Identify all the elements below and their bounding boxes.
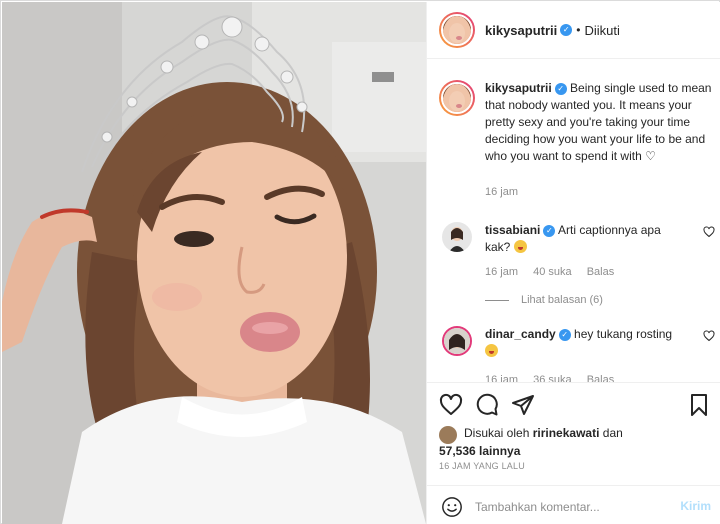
comment-time[interactable]: 16 jam	[485, 374, 518, 382]
comment-text-block: dinar_candy ✓ hey tukang rosting	[485, 326, 685, 360]
header-separator: •	[576, 23, 581, 37]
liker-avatar[interactable]	[439, 426, 457, 444]
comment-username[interactable]: dinar_candy	[485, 327, 556, 341]
verified-badge-icon: ✓	[558, 328, 571, 341]
save-bookmark-icon[interactable]	[687, 393, 711, 417]
like-heart-icon[interactable]	[439, 393, 463, 417]
post-header: kikysaputrii ✓ • Diikuti	[427, 2, 720, 59]
avatar-image	[442, 222, 472, 252]
follow-status-button[interactable]: Diikuti	[584, 23, 619, 38]
add-comment-input[interactable]	[475, 496, 665, 518]
post-actions: Disukai oleh ririnekawati dan 57,536 lai…	[427, 382, 720, 524]
verified-badge-icon: ✓	[543, 224, 556, 237]
view-replies-button[interactable]: Lihat balasan (6)	[485, 294, 603, 306]
comment-like-heart-icon[interactable]	[703, 330, 715, 342]
likes-line-2[interactable]: 57,536 lainnya	[439, 443, 520, 460]
verified-badge-icon: ✓	[560, 24, 573, 36]
liker-username[interactable]: ririnekawati	[533, 426, 600, 440]
caption-text-block: kikysaputrii ✓ Being single used to mean …	[485, 80, 717, 165]
comments-list[interactable]: kikysaputrii ✓ Being single used to mean …	[427, 60, 720, 382]
photo-illustration	[2, 2, 426, 524]
comment-bubble-icon[interactable]	[475, 393, 499, 417]
post-timestamp[interactable]: 16 JAM YANG LALU	[439, 461, 525, 471]
comment-meta: 16 jam 36 suka Balas	[485, 374, 626, 382]
likes-prefix: Disukai oleh	[464, 426, 530, 440]
avatar-image	[444, 328, 470, 354]
likes-conj: dan	[602, 426, 623, 440]
header-username[interactable]: kikysaputrii	[485, 23, 557, 38]
comment-meta: 16 jam 40 suka Balas	[485, 266, 626, 278]
likes-line-1: Disukai oleh ririnekawati dan	[464, 425, 623, 442]
comment-reply-button[interactable]: Balas	[587, 374, 615, 382]
comment-avatar[interactable]	[442, 222, 472, 252]
avatar-image	[443, 16, 471, 44]
comment-avatar[interactable]	[442, 326, 472, 356]
winking-tongue-emoji-icon	[485, 344, 498, 357]
post-side-panel: kikysaputrii ✓ • Diikuti kikysaputrii ✓ …	[426, 2, 720, 524]
caption-time[interactable]: 16 jam	[485, 186, 518, 198]
caption-avatar[interactable]	[439, 80, 475, 116]
likes-suffix: lainnya	[479, 444, 521, 458]
grinning-emoji-icon	[513, 240, 527, 253]
comment-likes[interactable]: 40 suka	[533, 266, 572, 278]
likes-count: 57,536	[439, 444, 476, 458]
comment-likes[interactable]: 36 suka	[533, 374, 572, 382]
action-icons	[439, 393, 711, 419]
comment-username[interactable]: tissabiani	[485, 223, 540, 237]
avatar-image	[443, 84, 471, 112]
emoji-smile-icon[interactable]	[441, 496, 463, 518]
comment-time[interactable]: 16 jam	[485, 266, 518, 278]
view-replies-label: Lihat balasan (6)	[521, 294, 603, 306]
comment-like-heart-icon[interactable]	[703, 226, 715, 238]
share-paper-plane-icon[interactable]	[511, 393, 535, 417]
verified-badge-icon: ✓	[554, 82, 567, 95]
header-avatar[interactable]	[439, 12, 475, 48]
comment-item: dinar_candy ✓ hey tukang rosting 16 jam 3…	[439, 326, 715, 382]
comment-text-block: tissabiani ✓ Arti captionnya apa kak?	[485, 222, 685, 256]
send-comment-button[interactable]: Kirim	[680, 499, 711, 513]
comment-reply-button[interactable]: Balas	[587, 266, 615, 278]
add-comment-bar: Kirim	[427, 485, 720, 524]
caption-username[interactable]: kikysaputrii	[485, 81, 552, 95]
post-photo[interactable]	[2, 2, 426, 524]
view-replies-line	[485, 299, 509, 301]
post-modal: kikysaputrii ✓ • Diikuti kikysaputrii ✓ …	[0, 0, 720, 524]
comment-text: hey tukang rosting	[574, 327, 673, 341]
